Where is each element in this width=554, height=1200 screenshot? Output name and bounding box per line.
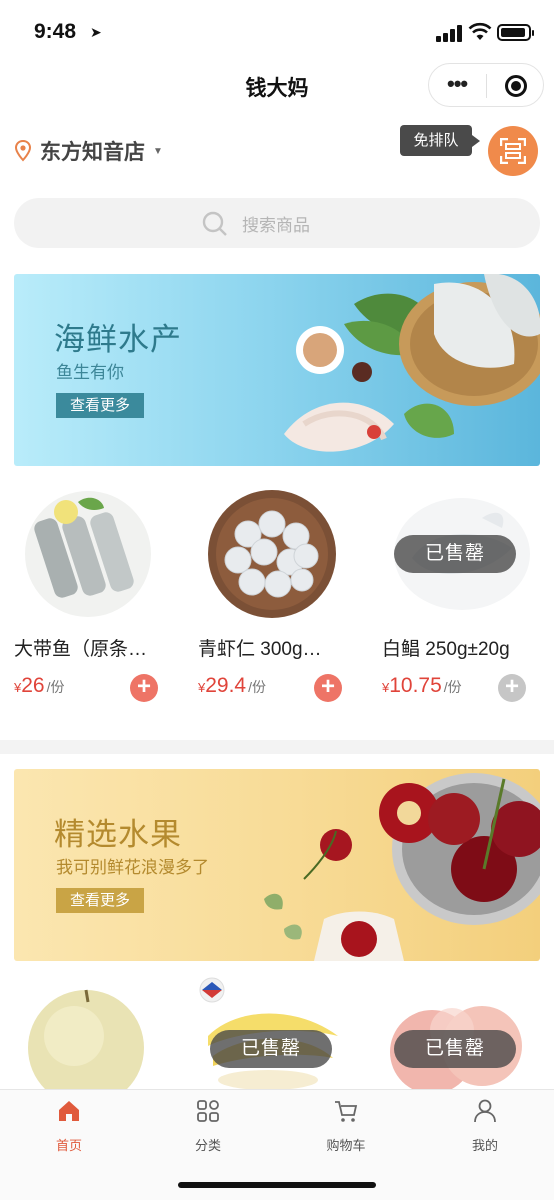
status-time: 9:48 [34,20,77,43]
section-divider [0,740,554,754]
home-icon [59,1101,79,1121]
capsule-divider [486,74,487,98]
tab-label: 我的 [471,1138,498,1153]
battery-icon [497,24,534,41]
tab-cart[interactable]: 购物车 [306,1098,386,1154]
cart-icon [335,1101,358,1122]
wifi-icon [468,22,492,40]
home-indicator [178,1182,376,1188]
product-price: ¥29.4/份 [198,674,266,697]
status-bar: 9:48 ➤ [0,0,554,62]
product-price: ¥10.75/份 [382,674,462,697]
product-name: 白鲳 250g±20g [382,639,510,660]
store-name: 东方知音店 [40,141,145,164]
search-icon [202,211,227,236]
banner-title: 精选水果 [54,817,182,852]
caret-down-icon: ▼ [153,145,163,157]
banner-subtitle: 鱼生有你 [56,363,124,382]
grid-icon [197,1100,219,1122]
tab-home[interactable]: 首页 [29,1098,109,1154]
location-arrow-icon: ➤ [90,24,102,40]
view-more-button[interactable]: 查看更多 [56,393,144,418]
tab-label: 分类 [194,1138,221,1153]
product-image [208,490,336,618]
product-image-pear[interactable] [14,978,184,1089]
close-miniprogram-icon[interactable] [505,75,527,97]
sold-out-badge: 已售罄 [394,535,516,573]
fruit-banner[interactable]: 精选水果 我可别鲜花浪漫多了 查看更多 [14,769,540,961]
queue-free-tooltip: 免排队 [400,125,480,156]
cellular-signal-icon [436,24,464,42]
product-name: 大带鱼（原条… [14,639,148,660]
product-name: 青虾仁 300g… [198,639,322,660]
more-menu-icon[interactable]: ••• [447,73,468,95]
search-input[interactable]: 搜索商品 [14,198,540,248]
view-more-button[interactable]: 查看更多 [56,888,144,913]
search-placeholder: 搜索商品 [242,216,310,235]
store-selector[interactable]: 东方知音店 ▼ [14,136,163,166]
tab-category[interactable]: 分类 [168,1098,248,1154]
add-to-cart-button[interactable]: + [130,674,158,702]
product-image [25,491,151,617]
tab-label: 购物车 [326,1138,366,1153]
scan-icon [500,138,526,164]
add-to-cart-button[interactable]: + [314,674,342,702]
seafood-banner[interactable]: 海鲜水产 鱼生有你 查看更多 [14,274,540,466]
banner-subtitle: 我可别鲜花浪漫多了 [56,858,209,877]
sold-out-badge: 已售罄 [210,1030,332,1068]
location-pin-icon [14,140,32,162]
banner-title: 海鲜水产 [54,322,182,357]
tab-label: 首页 [55,1138,82,1153]
tab-profile[interactable]: 我的 [445,1098,525,1154]
user-icon [474,1099,496,1123]
product-price: ¥26/份 [14,674,65,697]
miniprogram-capsule: ••• [428,63,544,107]
add-to-cart-button[interactable]: + [498,674,526,702]
scan-button[interactable] [488,126,538,176]
sold-out-badge: 已售罄 [394,1030,516,1068]
